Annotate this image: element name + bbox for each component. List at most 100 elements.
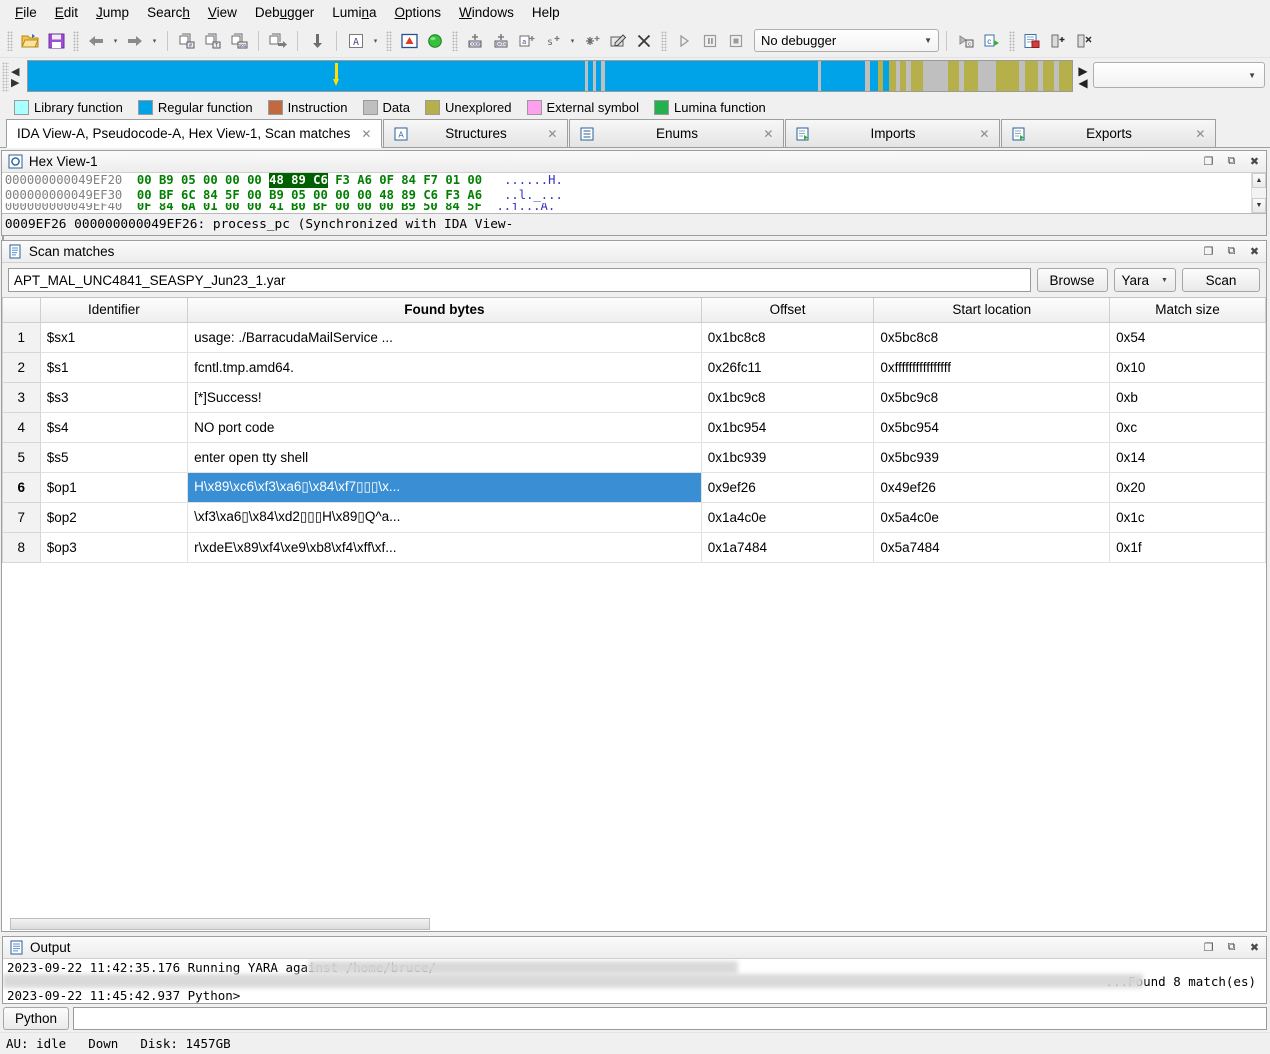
menu-item-lumina[interactable]: Lumina xyxy=(323,2,385,23)
jump-to-address-icon[interactable] xyxy=(266,29,290,53)
scan-row-number[interactable]: 2 xyxy=(2,352,40,382)
table-row[interactable]: 7$op2\xf3\xa6▯\x84\xd2▯▯▯H\x89▯Q^a...0x1… xyxy=(2,502,1265,532)
jump-to-text-icon[interactable]: T xyxy=(201,29,225,53)
hex-byte[interactable]: 48 xyxy=(269,173,284,188)
close-icon[interactable]: ✕ xyxy=(361,127,371,141)
del-bpt-icon[interactable] xyxy=(1072,29,1096,53)
hex-byte[interactable]: 84 xyxy=(401,173,416,188)
hex-ascii[interactable]: ..l._... xyxy=(489,188,562,203)
hex-byte[interactable]: A6 xyxy=(467,188,482,203)
close-icon[interactable]: ✖ xyxy=(1246,939,1263,956)
scan-cell-match-size[interactable]: 0xc xyxy=(1110,412,1266,442)
make-array-icon[interactable]: a xyxy=(515,29,539,53)
scan-cell-offset[interactable]: 0x26fc11 xyxy=(701,352,874,382)
command-input[interactable] xyxy=(73,1007,1267,1030)
scan-cell-offset[interactable]: 0x1a4c0e xyxy=(701,502,874,532)
scan-cell-found-bytes[interactable]: H\x89\xc6\xf3\xa6▯\x84\xf7▯▯▯\x... xyxy=(188,472,702,502)
back-arrow-icon[interactable] xyxy=(84,29,108,53)
scan-cell-offset[interactable]: 0x9ef26 xyxy=(701,472,874,502)
close-icon[interactable]: ✕ xyxy=(547,127,557,141)
hex-rows[interactable]: 000000000049EF20 00 B9 05 00 00 00 48 89… xyxy=(2,173,1251,213)
scan-cell-identifier[interactable]: $sx1 xyxy=(40,322,187,352)
hex-scroll-track[interactable] xyxy=(1252,188,1266,198)
scan-cell-match-size[interactable]: 0x1c xyxy=(1110,502,1266,532)
close-icon[interactable]: ✕ xyxy=(979,127,989,141)
menu-item-search[interactable]: Search xyxy=(138,2,199,23)
hex-byte[interactable]: 84 xyxy=(203,188,218,203)
menu-item-help[interactable]: Help xyxy=(523,2,569,23)
scan-cell-start-location[interactable]: 0x5bc954 xyxy=(874,412,1110,442)
scan-col-start-location[interactable]: Start location xyxy=(874,298,1110,322)
scan-col-match-size[interactable]: Match size xyxy=(1110,298,1266,322)
scan-cell-found-bytes[interactable]: [*]Success! xyxy=(188,382,702,412)
forward-dropdown-icon[interactable]: ▾ xyxy=(149,30,160,52)
hex-byte[interactable]: 48 xyxy=(379,188,394,203)
hex-byte[interactable]: 89 xyxy=(291,173,306,188)
hex-byte[interactable]: 00 xyxy=(137,173,152,188)
hex-byte[interactable]: B9 xyxy=(269,188,284,203)
menu-item-jump[interactable]: Jump xyxy=(87,2,138,23)
table-row[interactable]: 2$s1fcntl.tmp.amd64.0x26fc110xffffffffff… xyxy=(2,352,1265,382)
ascii-dropdown-icon[interactable]: ▾ xyxy=(370,30,381,52)
output-body[interactable]: 2023-09-22 11:42:35.176 Running YARA aga… xyxy=(3,959,1266,1003)
open-folder-icon[interactable] xyxy=(18,29,42,53)
table-row[interactable]: 5$s5enter open tty shell0x1bc9390x5bc939… xyxy=(2,442,1265,472)
hex-byte[interactable]: 6C xyxy=(181,188,196,203)
scan-cell-start-location[interactable]: 0x49ef26 xyxy=(874,472,1110,502)
menu-item-windows[interactable]: Windows xyxy=(450,2,523,23)
hex-view-vertical-scrollbar[interactable]: ▲ ▼ xyxy=(1251,173,1266,213)
language-select-button[interactable]: Python xyxy=(3,1007,69,1030)
make-data-icon[interactable]: DATA xyxy=(489,29,513,53)
hex-byte[interactable]: 01 xyxy=(445,173,460,188)
hex-byte[interactable]: 0F xyxy=(379,173,394,188)
hex-byte[interactable]: 00 xyxy=(203,173,218,188)
hex-row[interactable]: 000000000049EF20 00 B9 05 00 00 00 48 89… xyxy=(2,173,1251,188)
toolbar-grip-6[interactable] xyxy=(1009,31,1015,51)
hex-byte[interactable]: 5F xyxy=(225,188,240,203)
hex-byte[interactable]: 00 xyxy=(247,173,262,188)
step-over-icon[interactable]: c xyxy=(980,29,1004,53)
down-arrow-icon[interactable] xyxy=(305,29,329,53)
table-row[interactable]: 3$s3[*]Success!0x1bc9c80x5bc9c80xb xyxy=(2,382,1265,412)
close-icon[interactable]: ✕ xyxy=(763,127,773,141)
hex-byte[interactable]: 00 xyxy=(247,188,262,203)
menu-item-view[interactable]: View xyxy=(199,2,246,23)
debugger-select[interactable]: No debugger ▼ xyxy=(754,29,939,52)
hex-byte[interactable]: 00 xyxy=(225,173,240,188)
pseudocode-hscroll-thumb[interactable] xyxy=(10,918,430,930)
scan-cell-identifier[interactable]: $op2 xyxy=(40,502,187,532)
scan-engine-select[interactable]: Yara ▼ xyxy=(1114,268,1176,292)
scan-cell-offset[interactable]: 0x1a7484 xyxy=(701,532,874,562)
navigator-strip[interactable] xyxy=(27,60,1073,92)
scan-row-number[interactable]: 5 xyxy=(2,442,40,472)
scan-cell-found-bytes[interactable]: \xf3\xa6▯\x84\xd2▯▯▯H\x89▯Q^a... xyxy=(188,502,702,532)
hex-byte[interactable]: B9 xyxy=(159,173,174,188)
scan-col-offset[interactable]: Offset xyxy=(701,298,874,322)
float-icon[interactable]: ⧉ xyxy=(1223,153,1240,170)
scan-cell-found-bytes[interactable]: fcntl.tmp.amd64. xyxy=(188,352,702,382)
navband-grip[interactable] xyxy=(2,62,9,92)
jump-to-number-icon[interactable]: 101 xyxy=(227,29,251,53)
tab-structures[interactable]: A Structures ✕ xyxy=(383,119,568,147)
tab-main-workspace[interactable]: IDA View-A, Pseudocode-A, Hex View-1, Sc… xyxy=(6,119,382,148)
navband-zoom-arrows[interactable]: ▶ ◀ xyxy=(1075,60,1091,94)
restore-icon[interactable]: ❐ xyxy=(1200,153,1217,170)
scan-cell-match-size[interactable]: 0x1f xyxy=(1110,532,1266,562)
back-dropdown-icon[interactable]: ▾ xyxy=(110,30,121,52)
toolbar-grip-2[interactable] xyxy=(73,31,79,51)
browse-button[interactable]: Browse xyxy=(1037,268,1108,292)
hex-byte[interactable]: 89 xyxy=(401,188,416,203)
hex-byte[interactable]: 05 xyxy=(291,188,306,203)
hex-byte[interactable]: A6 xyxy=(357,173,372,188)
scan-row-number[interactable]: 4 xyxy=(2,412,40,442)
scan-col-found-bytes[interactable]: Found bytes xyxy=(188,298,702,322)
scroll-up-arrow-icon[interactable]: ▲ xyxy=(1252,173,1266,188)
close-icon[interactable]: ✖ xyxy=(1246,153,1263,170)
close-icon[interactable]: ✕ xyxy=(1195,127,1205,141)
jump-to-hex-icon[interactable]: # xyxy=(175,29,199,53)
scan-cell-found-bytes[interactable]: NO port code xyxy=(188,412,702,442)
scan-cell-identifier[interactable]: $op3 xyxy=(40,532,187,562)
scan-row-number[interactable]: 7 xyxy=(2,502,40,532)
scan-cell-offset[interactable]: 0x1bc9c8 xyxy=(701,382,874,412)
scan-row-number[interactable]: 6 xyxy=(2,472,40,502)
